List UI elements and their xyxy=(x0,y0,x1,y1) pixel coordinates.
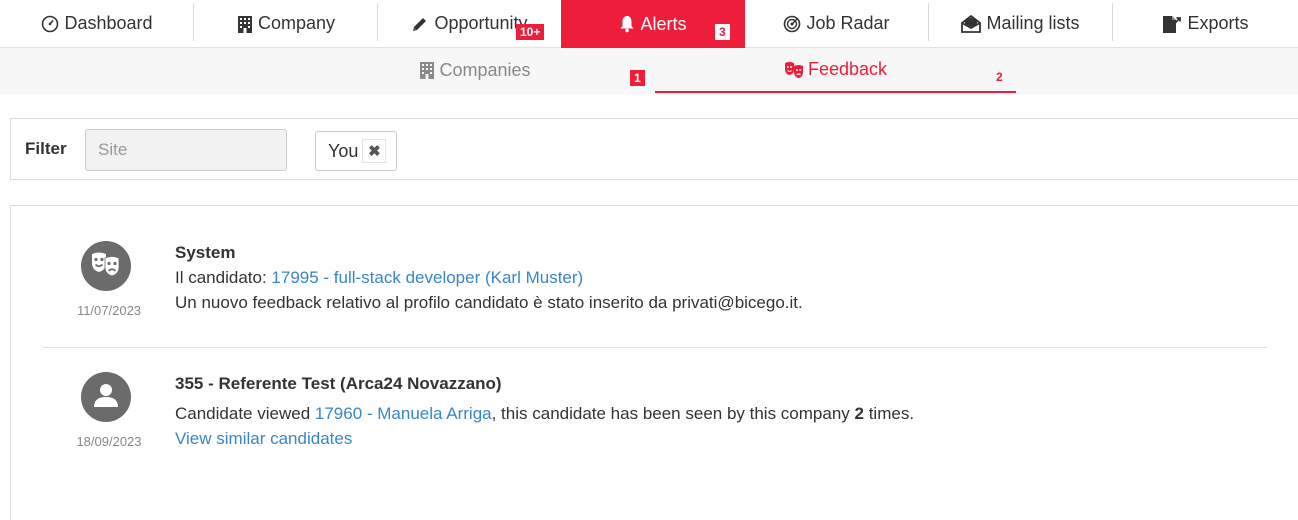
feed-item-title: 355 - Referente Test (Arca24 Novazzano) xyxy=(175,374,502,393)
filter-label: Filter xyxy=(25,139,67,158)
feed-item-avatar xyxy=(81,372,131,422)
alerts-count-badge: 3 xyxy=(715,24,730,40)
feed-item-title: System xyxy=(175,243,236,262)
main-navigation: Dashboard Company Opportunity 10+ Alerts… xyxy=(0,0,1298,48)
masks-icon xyxy=(784,61,804,79)
close-icon[interactable]: ✖ xyxy=(362,139,387,163)
feed-item-line: View similar candidates xyxy=(175,426,914,451)
tab-company[interactable]: Company xyxy=(194,0,378,47)
user-icon xyxy=(93,382,119,413)
feed-item-date: 18/09/2023 xyxy=(76,434,142,449)
subtab-feedback-label: Feedback xyxy=(807,59,888,79)
filter-bar: Filter You ✖ xyxy=(10,118,1298,180)
envelope-open-icon xyxy=(961,14,982,33)
filter-chip-label: You xyxy=(328,140,359,161)
dashboard-icon xyxy=(41,15,59,33)
feed-item-avatar xyxy=(81,241,131,291)
feed-item-content: System Il candidato: 17995 - full-stack … xyxy=(175,240,803,315)
subtab-feedback[interactable]: Feedback xyxy=(655,48,1016,93)
building-icon xyxy=(419,61,435,79)
tab-dashboard[interactable]: Dashboard xyxy=(0,0,194,47)
tab-exports[interactable]: Exports xyxy=(1113,0,1298,47)
feed-item-content: 355 - Referente Test (Arca24 Novazzano) … xyxy=(175,371,914,451)
bell-icon xyxy=(619,15,635,33)
filter-chip-you: You ✖ xyxy=(315,131,398,171)
tab-company-label: Company xyxy=(257,13,336,33)
export-file-icon xyxy=(1162,14,1182,34)
tab-dashboard-label: Dashboard xyxy=(64,13,153,33)
feed-item-text: Il candidato: xyxy=(175,268,272,287)
tab-alerts[interactable]: Alerts 3 xyxy=(561,0,745,48)
feedback-feed: 11/07/2023 System Il candidato: 17995 - … xyxy=(10,205,1298,520)
feed-item-text: , this candidate has been seen by this c… xyxy=(491,404,855,423)
candidate-link[interactable]: 17960 - Manuela Arriga xyxy=(315,404,492,423)
tab-mailing-lists-label: Mailing lists xyxy=(986,13,1080,33)
tab-exports-label: Exports xyxy=(1187,13,1249,33)
feed-divider xyxy=(43,347,1267,348)
companies-count-badge: 1 xyxy=(630,70,645,86)
pencil-icon xyxy=(411,15,429,33)
site-filter-input[interactable] xyxy=(85,129,287,171)
feed-item-message: Un nuovo feedback relativo al profilo ca… xyxy=(175,293,803,312)
feed-item-line: Il candidato: 17995 - full-stack develop… xyxy=(175,265,803,290)
masks-icon xyxy=(91,251,121,282)
feed-item-text: times. xyxy=(863,404,915,423)
opportunity-count-badge: 10+ xyxy=(516,24,545,40)
radar-icon xyxy=(783,15,801,33)
building-icon xyxy=(237,15,253,33)
tab-alerts-label: Alerts xyxy=(640,13,687,34)
feedback-count-badge: 2 xyxy=(996,70,1003,84)
tab-opportunity-label: Opportunity xyxy=(434,13,528,33)
view-similar-candidates-link[interactable]: View similar candidates xyxy=(175,429,352,448)
feed-item-line: Candidate viewed 17960 - Manuela Arriga,… xyxy=(175,401,914,426)
feed-item-text: Candidate viewed xyxy=(175,404,315,423)
subtab-companies-label: Companies xyxy=(439,59,531,80)
view-count: 2 xyxy=(854,404,864,423)
tab-job-radar-label: Job Radar xyxy=(806,13,890,33)
sub-navigation: Companies 1 Feedback 2 xyxy=(0,48,1298,94)
subtab-companies[interactable]: Companies xyxy=(360,48,590,92)
candidate-link[interactable]: 17995 - full-stack developer (Karl Muste… xyxy=(271,268,583,287)
feed-item-date: 11/07/2023 xyxy=(76,303,142,318)
tab-job-radar[interactable]: Job Radar xyxy=(745,0,928,47)
tab-mailing-lists[interactable]: Mailing lists xyxy=(929,0,1112,47)
